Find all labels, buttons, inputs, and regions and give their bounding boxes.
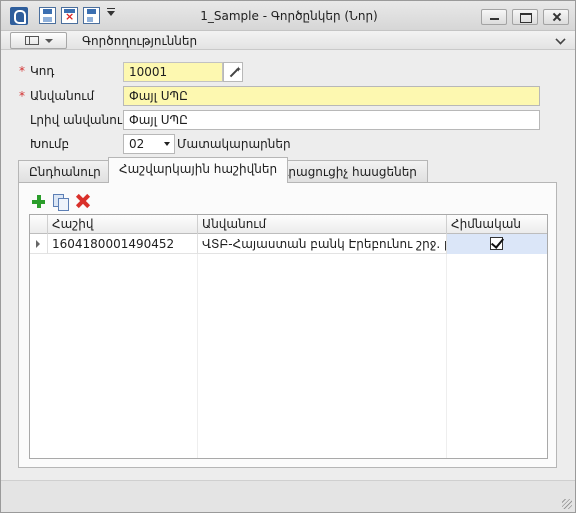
save-icon[interactable] [39, 7, 56, 24]
name-field[interactable]: Փայլ ՍՊԸ [123, 86, 540, 106]
row-pointer-icon [36, 240, 40, 248]
plus-icon[interactable] [32, 195, 45, 208]
copy-icon[interactable] [53, 194, 69, 211]
tab-bank-accounts[interactable]: Հաշվարկային հաշիվներ [108, 157, 289, 183]
column-header-name[interactable]: Անվանում [197, 215, 446, 234]
save-and-new-icon[interactable] [83, 7, 100, 24]
main-checkbox[interactable] [490, 237, 503, 250]
collapse-ribbon-icon[interactable] [555, 34, 566, 45]
required-mark: * [19, 89, 25, 103]
panel-layout-icon [25, 36, 39, 45]
full-name-field[interactable]: Փայլ ՍՊԸ [123, 110, 540, 130]
status-bar [1, 480, 575, 512]
group-name: Մատակարարներ [177, 137, 291, 151]
row-indicator [30, 234, 47, 254]
grid-header: Հաշիվ Անվանում Հիմնական [30, 215, 547, 234]
group-label: Խումբ [30, 137, 70, 151]
chevron-down-icon [45, 39, 53, 43]
maximize-button[interactable] [512, 9, 538, 25]
table-row[interactable]: 1604180001490452 ՎՏԲ-Հայաստան բանկ Էրեբո… [30, 234, 547, 254]
column-header-account[interactable]: Հաշիվ [47, 215, 197, 234]
app-logo-icon[interactable] [10, 7, 28, 25]
group-value: 02 [129, 137, 145, 151]
dropdown-arrow-icon[interactable] [164, 142, 170, 146]
main-cell[interactable] [446, 234, 547, 254]
delete-icon[interactable] [76, 194, 90, 208]
close-button[interactable] [543, 9, 569, 25]
quick-access-dropdown-icon[interactable] [107, 8, 115, 16]
account-cell[interactable]: 1604180001490452 [47, 234, 197, 254]
ribbon-bar: Գործողություններ [1, 31, 575, 50]
tab-additional-addresses[interactable]: Լրացուցիչ հասցեներ [271, 160, 428, 182]
accounts-grid: Հաշիվ Անվանում Հիմնական 1604180001490452… [29, 214, 548, 459]
title-bar: × 1_Sample - Գործընկեր (Նոր) [1, 1, 575, 31]
required-mark: * [19, 64, 25, 78]
tab-general[interactable]: Ընդհանուր [18, 160, 112, 182]
layout-menu-button[interactable] [10, 32, 67, 49]
code-field[interactable]: 10001 [123, 62, 223, 82]
actions-menu[interactable]: Գործողություններ [82, 34, 197, 48]
save-and-close-icon[interactable]: × [61, 7, 78, 24]
gorcynker-window: × 1_Sample - Գործընկեր (Նոր) Գործողությո… [0, 0, 576, 513]
full-name-label: Լրիվ անվանում [30, 113, 130, 127]
row-indicator-header [30, 215, 47, 234]
bank-accounts-panel: Հաշիվ Անվանում Հիմնական 1604180001490452… [18, 182, 557, 468]
generate-code-button[interactable]: ✦ [223, 62, 243, 82]
column-header-main[interactable]: Հիմնական [446, 215, 547, 234]
bank-name-cell[interactable]: ՎՏԲ-Հայաստան բանկ Էրեբունու շրջ. բ... [197, 234, 446, 254]
name-label: Անվանում [30, 89, 95, 103]
minimize-button[interactable] [481, 9, 507, 25]
code-label: Կոդ [30, 64, 55, 78]
resize-grip-icon[interactable] [562, 499, 572, 509]
